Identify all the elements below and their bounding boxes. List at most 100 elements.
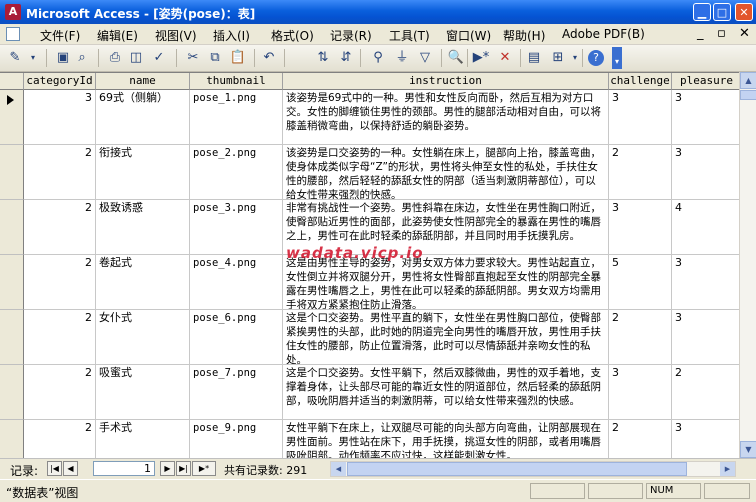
horizontal-scroll-thumb[interactable] [347, 462, 687, 476]
maximize-button[interactable]: □ [713, 3, 731, 21]
record-selector[interactable] [0, 200, 24, 255]
table-cell[interactable]: 3 [672, 310, 742, 365]
table-cell[interactable]: 3 [672, 255, 742, 310]
record-selector[interactable] [0, 365, 24, 420]
table-cell[interactable]: 3 [672, 145, 742, 200]
table-cell[interactable]: 2 [609, 145, 672, 200]
sort-descending-icon[interactable]: ⇵ [337, 49, 355, 67]
table-cell[interactable]: 2 [24, 420, 96, 459]
table-cell[interactable]: 2 [24, 200, 96, 255]
menu-edit[interactable]: 编辑(E) [97, 27, 138, 44]
table-cell[interactable]: 2 [24, 365, 96, 420]
table-cell[interactable]: pose_9.png [190, 420, 283, 459]
table-cell[interactable]: 3 [609, 365, 672, 420]
table-cell[interactable]: pose_1.png [190, 90, 283, 145]
new-record-nav-icon[interactable]: ▶* [192, 461, 216, 476]
table-cell[interactable]: 手术式 [96, 420, 190, 459]
vertical-scrollbar[interactable]: ▲ ▼ [739, 72, 756, 458]
file-search-icon[interactable]: ⌕ [73, 49, 91, 67]
table-cell[interactable]: 3 [609, 200, 672, 255]
copy-icon[interactable]: ⧉ [206, 49, 224, 67]
doc-minimize-button[interactable]: _ [697, 26, 704, 41]
record-selector[interactable] [0, 145, 24, 200]
table-cell[interactable]: 2 [24, 310, 96, 365]
new-object-icon[interactable]: ⊞ [549, 49, 567, 67]
find-icon[interactable]: 🔍 [447, 49, 465, 67]
scroll-thumb[interactable] [740, 90, 756, 100]
table-cell[interactable]: 2 [609, 420, 672, 459]
menu-adobe-pdf[interactable]: Adobe PDF(B) [562, 27, 645, 41]
cut-icon[interactable]: ✂ [184, 49, 202, 67]
menu-window[interactable]: 窗口(W) [446, 27, 491, 44]
print-preview-icon[interactable]: ◫ [127, 49, 145, 67]
save-icon[interactable]: ▣ [54, 49, 72, 67]
table-cell[interactable]: 女性平躺下在床上，让双腿尽可能的向头部方向弯曲，让阴部展现在男性面前。男性站在床… [283, 420, 609, 459]
table-cell[interactable]: 3 [609, 90, 672, 145]
select-all-corner[interactable] [0, 73, 24, 90]
table-cell[interactable]: 该姿势是69式中的一种。男性和女性反向而卧，然后互相为对方口交。女性的脚缠锁住男… [283, 90, 609, 145]
record-selector[interactable] [0, 255, 24, 310]
table-cell[interactable]: 这是个口交姿势。男性平直的躺下，女性坐在男性胸口部位，使臀部紧挨男性的头部，此时… [283, 310, 609, 365]
help-icon[interactable]: ? [588, 50, 604, 66]
spelling-icon[interactable]: ✓ [150, 49, 168, 67]
doc-close-button[interactable]: ✕ [739, 26, 750, 41]
table-cell[interactable]: 2 [24, 255, 96, 310]
column-header-challenge[interactable]: challenge [609, 73, 672, 90]
table-cell[interactable]: 3 [672, 420, 742, 459]
print-icon[interactable]: ⎙ [106, 49, 124, 67]
record-selector[interactable] [0, 310, 24, 365]
table-cell[interactable]: 卷起式 [96, 255, 190, 310]
table-cell[interactable]: 5 [609, 255, 672, 310]
table-cell[interactable]: 2 [24, 145, 96, 200]
database-window-icon[interactable]: ▤ [525, 49, 543, 67]
menu-view[interactable]: 视图(V) [155, 27, 197, 44]
menu-help[interactable]: 帮助(H) [503, 27, 545, 44]
menu-tools[interactable]: 工具(T) [389, 27, 430, 44]
scroll-right-icon[interactable]: ▶ [720, 462, 735, 476]
table-cell[interactable]: 该姿势是口交姿势的一种。女性躺在床上，腿部向上抬，膝盖弯曲，使身体成类似字母“Z… [283, 145, 609, 200]
undo-icon[interactable]: ↶ [260, 49, 278, 67]
table-cell[interactable]: pose_6.png [190, 310, 283, 365]
filter-by-form-icon[interactable]: ⏚ [393, 49, 411, 67]
scroll-up-icon[interactable]: ▲ [740, 72, 756, 89]
table-cell[interactable]: 这是由男性主导的姿势，对男女双方体力要求较大。男性站起直立，女性倒立并将双腿分开… [283, 255, 609, 310]
table-cell[interactable]: 极致诱惑 [96, 200, 190, 255]
previous-record-icon[interactable]: ◀ [63, 461, 78, 476]
column-header-name[interactable]: name [96, 73, 190, 90]
first-record-icon[interactable]: |◀ [47, 461, 62, 476]
column-header-pleasure[interactable]: pleasure [672, 73, 742, 90]
toolbar-options-icon[interactable]: ▾ [612, 47, 622, 69]
record-number-input[interactable]: 1 [93, 461, 155, 476]
menu-records[interactable]: 记录(R) [330, 27, 372, 44]
menu-insert[interactable]: 插入(I) [213, 27, 250, 44]
scroll-left-icon[interactable]: ◀ [331, 462, 346, 476]
design-view-icon[interactable]: ✎ [6, 49, 24, 67]
table-cell[interactable]: 3 [672, 90, 742, 145]
table-cell[interactable]: pose_7.png [190, 365, 283, 420]
table-cell[interactable]: 3 [24, 90, 96, 145]
horizontal-scrollbar[interactable]: ◀ ▶ [330, 461, 736, 477]
minimize-button[interactable]: ▁ [693, 3, 711, 21]
table-cell[interactable]: 2 [609, 310, 672, 365]
column-header-thumbnail[interactable]: thumbnail [190, 73, 283, 90]
menu-format[interactable]: 格式(O) [271, 27, 314, 44]
view-dropdown-icon[interactable]: ▾ [24, 49, 42, 67]
table-cell[interactable]: 4 [672, 200, 742, 255]
filter-by-selection-icon[interactable]: ⚲ [369, 49, 387, 67]
column-header-categoryid[interactable]: categoryId [24, 73, 96, 90]
paste-icon[interactable]: 📋 [229, 49, 247, 67]
table-cell[interactable]: 2 [672, 365, 742, 420]
new-record-icon[interactable]: ▶* [472, 49, 490, 67]
menu-file[interactable]: 文件(F) [40, 27, 80, 44]
record-selector[interactable] [0, 420, 24, 459]
close-button[interactable]: ✕ [735, 3, 753, 21]
table-cell[interactable]: 这是个口交姿势。女性平躺下，然后双膝微曲，男性的双手着地，支撑着身体，让头部尽可… [283, 365, 609, 420]
apply-filter-icon[interactable]: ▽ [416, 49, 434, 67]
table-cell[interactable]: pose_2.png [190, 145, 283, 200]
scroll-down-icon[interactable]: ▼ [740, 441, 756, 458]
table-cell[interactable]: pose_3.png [190, 200, 283, 255]
table-cell[interactable]: 69式（侧躺） [96, 90, 190, 145]
next-record-icon[interactable]: ▶ [160, 461, 175, 476]
table-cell[interactable]: 女仆式 [96, 310, 190, 365]
table-cell[interactable]: 吸蜜式 [96, 365, 190, 420]
